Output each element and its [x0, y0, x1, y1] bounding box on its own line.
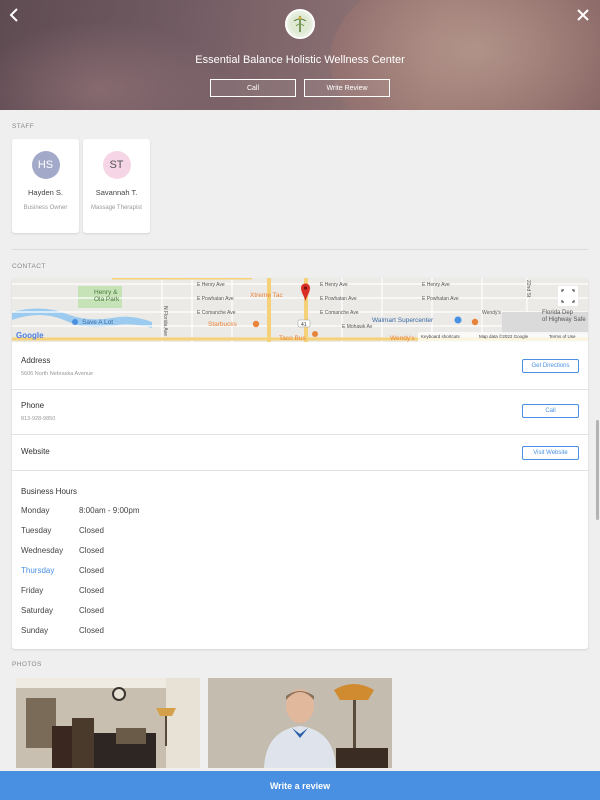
svg-text:Keyboard shortcuts: Keyboard shortcuts — [421, 334, 461, 339]
address-title: Address — [21, 356, 51, 365]
svg-text:Florida Dep: Florida Dep — [542, 310, 574, 316]
avatar: HS — [31, 151, 60, 179]
call-button[interactable]: Call — [522, 404, 579, 418]
svg-text:Map data ©2022 Google: Map data ©2022 Google — [479, 333, 529, 339]
svg-text:Walmart Supercenter: Walmart Supercenter — [372, 317, 434, 324]
photos-section-label: PHOTOS — [12, 661, 42, 668]
header-call-button[interactable]: Call — [210, 79, 296, 97]
staff-section-label: STAFF — [12, 123, 35, 130]
avatar: ST — [102, 151, 131, 179]
svg-text:Save A Lot: Save A Lot — [82, 319, 113, 326]
contact-card: E Henry Ave E Powhatan Ave E Comanche Av… — [12, 278, 588, 649]
svg-text:41: 41 — [301, 322, 307, 328]
business-logo — [285, 9, 315, 39]
svg-text:Henry &: Henry & — [94, 289, 118, 296]
svg-text:E Powhatan Ave: E Powhatan Ave — [197, 296, 234, 302]
svg-text:N Florida Ave: N Florida Ave — [162, 306, 168, 336]
svg-text:E Powhatan Ave: E Powhatan Ave — [320, 296, 357, 302]
header-write-review-button[interactable]: Write Review — [304, 79, 390, 97]
svg-text:E Powhatan Ave: E Powhatan Ave — [422, 296, 459, 302]
svg-text:E Henry Ave: E Henry Ave — [320, 282, 348, 288]
svg-text:of Highway Safe: of Highway Safe — [542, 317, 586, 323]
visit-website-button[interactable]: Visit Website — [522, 446, 579, 460]
staff-name: Hayden S. — [27, 188, 64, 197]
address-value: 5606 North Nebraska Avenue — [21, 371, 94, 377]
svg-text:E Comanche Ave: E Comanche Ave — [320, 310, 359, 316]
close-icon[interactable] — [572, 4, 594, 26]
svg-text:Wendy's: Wendy's — [482, 310, 501, 316]
svg-text:E Henry Ave: E Henry Ave — [197, 282, 225, 288]
svg-text:22nd St: 22nd St — [525, 280, 531, 298]
write-a-review-button[interactable]: Write a review — [0, 771, 600, 800]
phone-value: 813-928-9850 — [21, 416, 56, 422]
chevron-left-icon[interactable] — [4, 4, 26, 26]
business-hours-title: Business Hours — [21, 487, 78, 496]
website-title: Website — [21, 447, 50, 456]
photo-office-interior[interactable] — [16, 678, 200, 768]
section-divider — [12, 249, 588, 250]
fullscreen-icon[interactable] — [558, 286, 578, 306]
phone-title: Phone — [21, 401, 45, 410]
get-directions-button[interactable]: Get Directions — [522, 359, 579, 373]
staff-role: Massage Therapist — [91, 205, 142, 211]
staff-card-hayden[interactable]: HS Hayden S. Business Owner — [12, 139, 79, 233]
scrollbar[interactable] — [596, 420, 599, 520]
svg-text:Taco Bus: Taco Bus — [279, 335, 306, 342]
photo-staff-portrait[interactable] — [208, 678, 392, 768]
staff-name: Savannah T. — [95, 188, 138, 197]
header-banner: Essential Balance Holistic Wellness Cent… — [0, 0, 600, 110]
svg-text:E Mohawk Av: E Mohawk Av — [342, 324, 373, 330]
staff-card-savannah[interactable]: ST Savannah T. Massage Therapist — [83, 139, 150, 233]
svg-text:Ola Park: Ola Park — [94, 296, 120, 303]
business-name: Essential Balance Holistic Wellness Cent… — [195, 54, 405, 66]
svg-text:Starbucks: Starbucks — [208, 321, 238, 328]
svg-text:Xtreme Tac: Xtreme Tac — [250, 292, 284, 299]
svg-text:Google: Google — [16, 331, 44, 340]
svg-text:Terms of Use: Terms of Use — [549, 334, 576, 339]
svg-text:Wendy's: Wendy's — [390, 335, 415, 342]
contact-section-label: CONTACT — [12, 263, 46, 270]
staff-role: Business Owner — [23, 205, 68, 211]
location-map[interactable]: E Henry Ave E Powhatan Ave E Comanche Av… — [12, 278, 588, 342]
svg-text:E Henry Ave: E Henry Ave — [422, 282, 450, 288]
svg-text:E Comanche Ave: E Comanche Ave — [197, 310, 236, 316]
